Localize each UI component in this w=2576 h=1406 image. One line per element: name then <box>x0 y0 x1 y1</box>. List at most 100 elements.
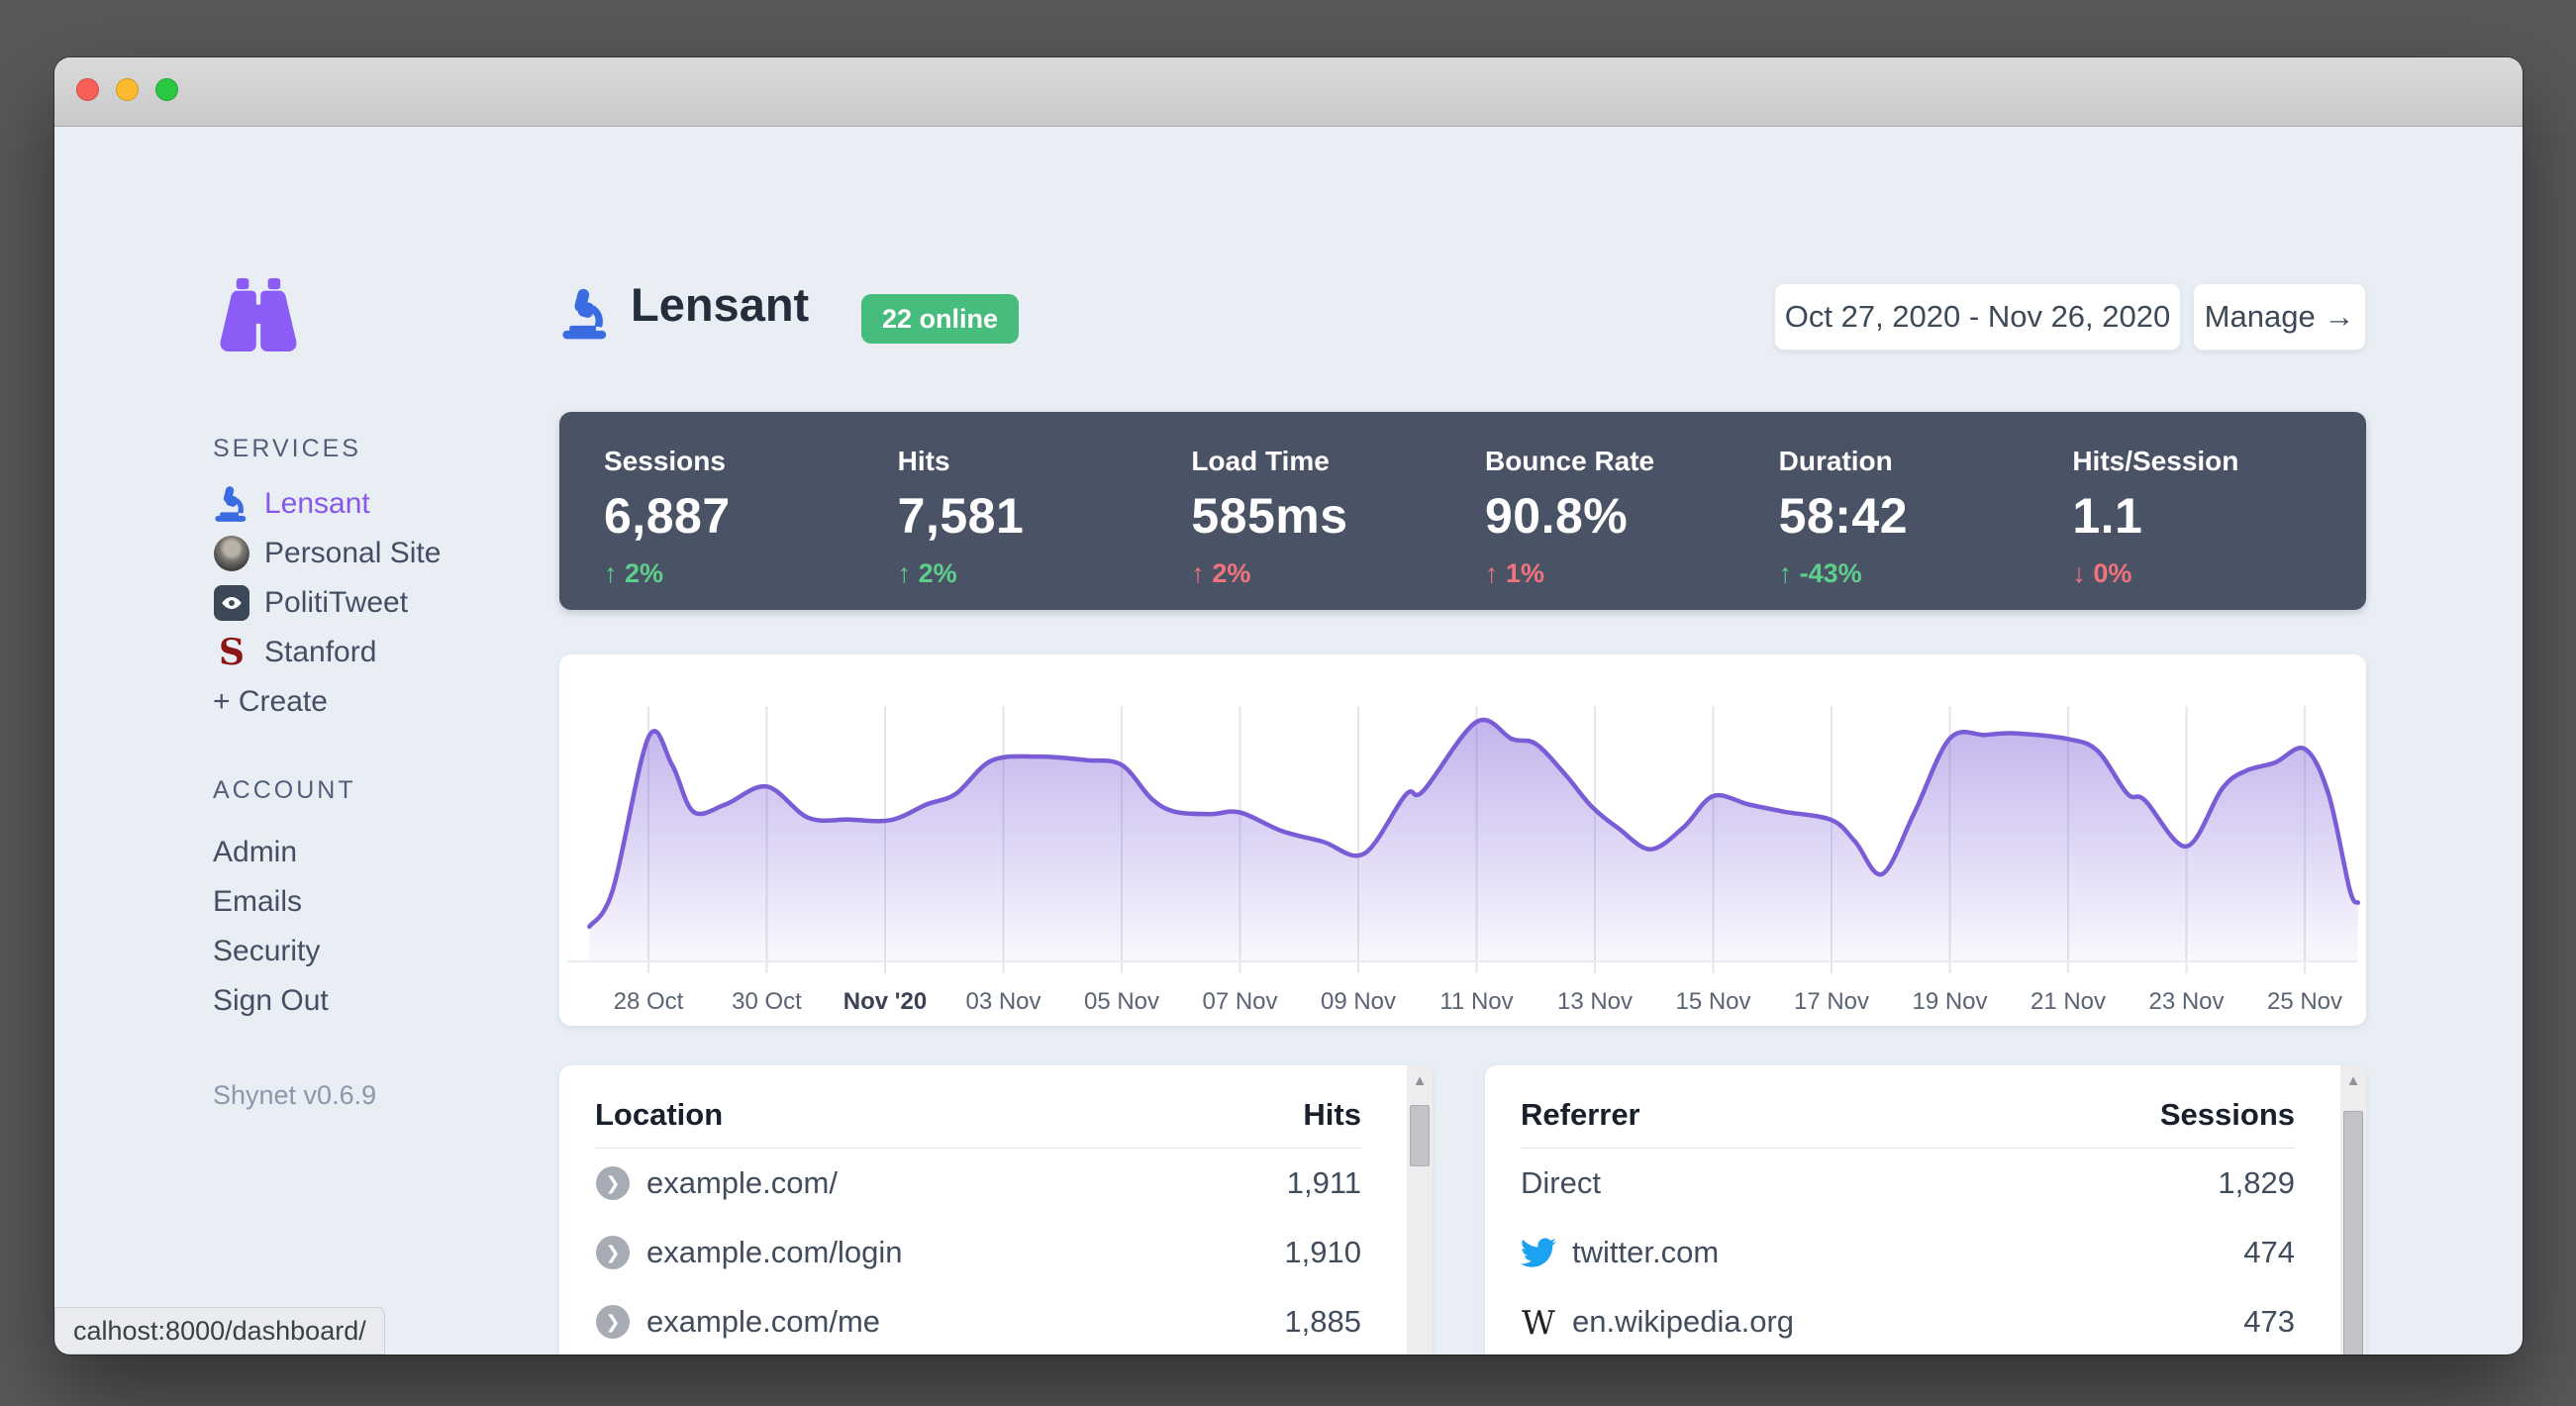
row-value: 474 <box>2243 1235 2295 1269</box>
scroll-up-icon[interactable]: ▲ <box>2340 1065 2366 1095</box>
sidebar-item-label: Sign Out <box>213 984 329 1017</box>
row-value: 473 <box>2243 1304 2295 1339</box>
sidebar-item-lensant[interactable]: Lensant <box>213 479 441 529</box>
x-tick-label: 19 Nov <box>1912 988 1987 1015</box>
sidebar-item-polititweet[interactable]: PolitiTweet <box>213 578 441 628</box>
stat-delta: ↑ 2% <box>604 558 664 588</box>
x-tick-label: 30 Oct <box>732 988 802 1015</box>
stat-label: Bounce Rate <box>1484 446 1655 476</box>
x-tick-label: 17 Nov <box>1794 988 1869 1015</box>
stat-value: 6,887 <box>604 488 731 544</box>
stat-value: 7,581 <box>897 488 1025 544</box>
wikipedia-icon: W <box>1522 1302 1555 1342</box>
microscope-icon <box>562 288 607 340</box>
services-nav: Lensant Personal Site PolitiTweet S Stanford… <box>213 479 441 727</box>
location-value-header: Hits <box>1303 1097 1361 1132</box>
eye-favicon <box>214 585 249 621</box>
table-row-en-wikipedia-org[interactable]: Wen.wikipedia.org 473 <box>1521 1287 2295 1355</box>
x-tick-label: 23 Nov <box>2148 988 2224 1015</box>
avatar-favicon <box>214 536 249 571</box>
x-tick-label: 03 Nov <box>965 988 1040 1015</box>
traffic-chart-card: 28 Oct 30 Oct Nov '20 03 Nov 05 Nov 07 Nov 09 … <box>559 654 2366 1026</box>
wikipedia-icon: W <box>1521 1304 1556 1340</box>
stat-label: Hits/Session <box>2072 446 2239 476</box>
table-row-example-com-login[interactable]: ❯ example.com/login 1,910 <box>595 1218 1361 1287</box>
scrollbar-thumb[interactable] <box>1410 1105 1430 1166</box>
page-content: SERVICES Lensant Personal Site PolitiTweet… <box>54 128 2523 1355</box>
row-label: en.wikipedia.org <box>1572 1304 1795 1339</box>
minimize-button[interactable] <box>116 78 139 101</box>
sidebar-item-label: Emails <box>213 885 303 918</box>
referrer-card: Referrer Sessions Direct 1,829 twitter.com… <box>1485 1065 2366 1355</box>
sidebar-item-security[interactable]: Security <box>213 927 329 976</box>
row-value: 1,911 <box>1286 1165 1361 1200</box>
sidebar-item-label: Admin <box>213 836 298 868</box>
sidebar-item-label: + Create <box>213 685 328 718</box>
location-scrollbar[interactable]: ▲ <box>1407 1065 1433 1355</box>
chevron-circle-icon: ❯ <box>595 1165 631 1201</box>
sidebar-item-create[interactable]: + Create <box>213 677 441 727</box>
scroll-up-icon[interactable]: ▲ <box>1407 1065 1433 1095</box>
table-row-direct[interactable]: Direct 1,829 <box>1521 1149 2295 1218</box>
row-label: twitter.com <box>1572 1235 1720 1269</box>
stat-value: 585ms <box>1191 488 1348 544</box>
chevron-circle-icon: ❯ <box>596 1166 630 1200</box>
stat-delta: ↑ 1% <box>1484 558 1545 588</box>
stat-label: Duration <box>1778 446 1893 476</box>
twitter-icon <box>1521 1238 1556 1267</box>
row-label: example.com/login <box>646 1235 903 1269</box>
row-label: Direct <box>1521 1165 1601 1200</box>
stat-label: Hits <box>897 446 950 476</box>
account-nav: Admin Emails Security Sign Out <box>213 828 329 1026</box>
stat-delta: ↑ 2% <box>897 558 957 588</box>
table-row-twitter-com[interactable]: twitter.com 474 <box>1521 1218 2295 1287</box>
sidebar-item-stanford[interactable]: S Stanford <box>213 628 441 677</box>
x-tick-label: 05 Nov <box>1084 988 1159 1015</box>
x-tick-label: 28 Oct <box>614 988 684 1015</box>
referrer-scrollbar[interactable]: ▲ <box>2340 1065 2366 1355</box>
sidebar-item-admin[interactable]: Admin <box>213 828 329 877</box>
table-row-example-com-me[interactable]: ❯ example.com/me 1,885 <box>595 1287 1361 1355</box>
row-value: 1,910 <box>1284 1235 1361 1269</box>
stat-sessions: Sessions 6,887 ↑ 2% <box>604 446 898 610</box>
x-tick-label: 25 Nov <box>2267 988 2342 1015</box>
chevron-circle-icon: ❯ <box>596 1305 630 1339</box>
stat-delta: ↑ -43% <box>1778 558 1862 588</box>
stat-duration: Duration 58:42 ↑ -43% <box>1779 446 2073 610</box>
scrollbar-thumb[interactable] <box>2343 1111 2363 1355</box>
date-range-button[interactable]: Oct 27, 2020 - Nov 26, 2020 <box>1774 283 2181 351</box>
sidebar-item-label: Stanford <box>264 636 377 668</box>
row-value: 1,885 <box>1284 1304 1361 1339</box>
status-url-tooltip: calhost:8000/dashboard/ <box>54 1307 385 1355</box>
sidebar-item-emails[interactable]: Emails <box>213 877 329 927</box>
x-tick-label: Nov '20 <box>843 988 927 1015</box>
area-fill <box>589 720 2358 961</box>
stanford-favicon: S <box>219 632 245 673</box>
chevron-circle-icon: ❯ <box>596 1236 630 1269</box>
titlebar <box>54 57 2523 127</box>
referrer-table-title: Referrer <box>1521 1097 1640 1132</box>
stat-hits-session: Hits/Session 1.1 ↓ 0% <box>2072 446 2366 610</box>
sidebar-item-sign-out[interactable]: Sign Out <box>213 976 329 1026</box>
close-button[interactable] <box>76 78 99 101</box>
referrer-value-header: Sessions <box>2159 1097 2295 1132</box>
sidebar-item-label: Lensant <box>264 487 370 520</box>
sidebar-item-personal-site[interactable]: Personal Site <box>213 529 441 578</box>
x-tick-label: 13 Nov <box>1557 988 1633 1015</box>
page-title: Lensant <box>631 278 810 331</box>
stat-label: Sessions <box>604 446 726 476</box>
x-tick-label: 15 Nov <box>1675 988 1750 1015</box>
manage-button[interactable]: Manage → <box>2193 283 2366 351</box>
stat-delta: ↑ 2% <box>1191 558 1251 588</box>
sidebar-item-label: Personal Site <box>264 537 442 569</box>
stat-value: 90.8% <box>1484 488 1629 544</box>
zoom-button[interactable] <box>155 78 178 101</box>
location-card: Location Hits ❯ example.com/1,911 ❯ example… <box>559 1065 1433 1355</box>
eye-favicon <box>213 584 250 622</box>
x-tick-label: 21 Nov <box>2031 988 2106 1015</box>
table-row-example-com[interactable]: ❯ example.com/1,911 <box>595 1149 1361 1218</box>
stat-load-time: Load Time 585ms ↑ 2% <box>1191 446 1485 610</box>
sidebar-item-label: PolitiTweet <box>264 586 409 619</box>
app-window: SERVICES Lensant Personal Site PolitiTweet… <box>54 57 2523 1355</box>
stat-hits: Hits 7,581 ↑ 2% <box>898 446 1192 610</box>
